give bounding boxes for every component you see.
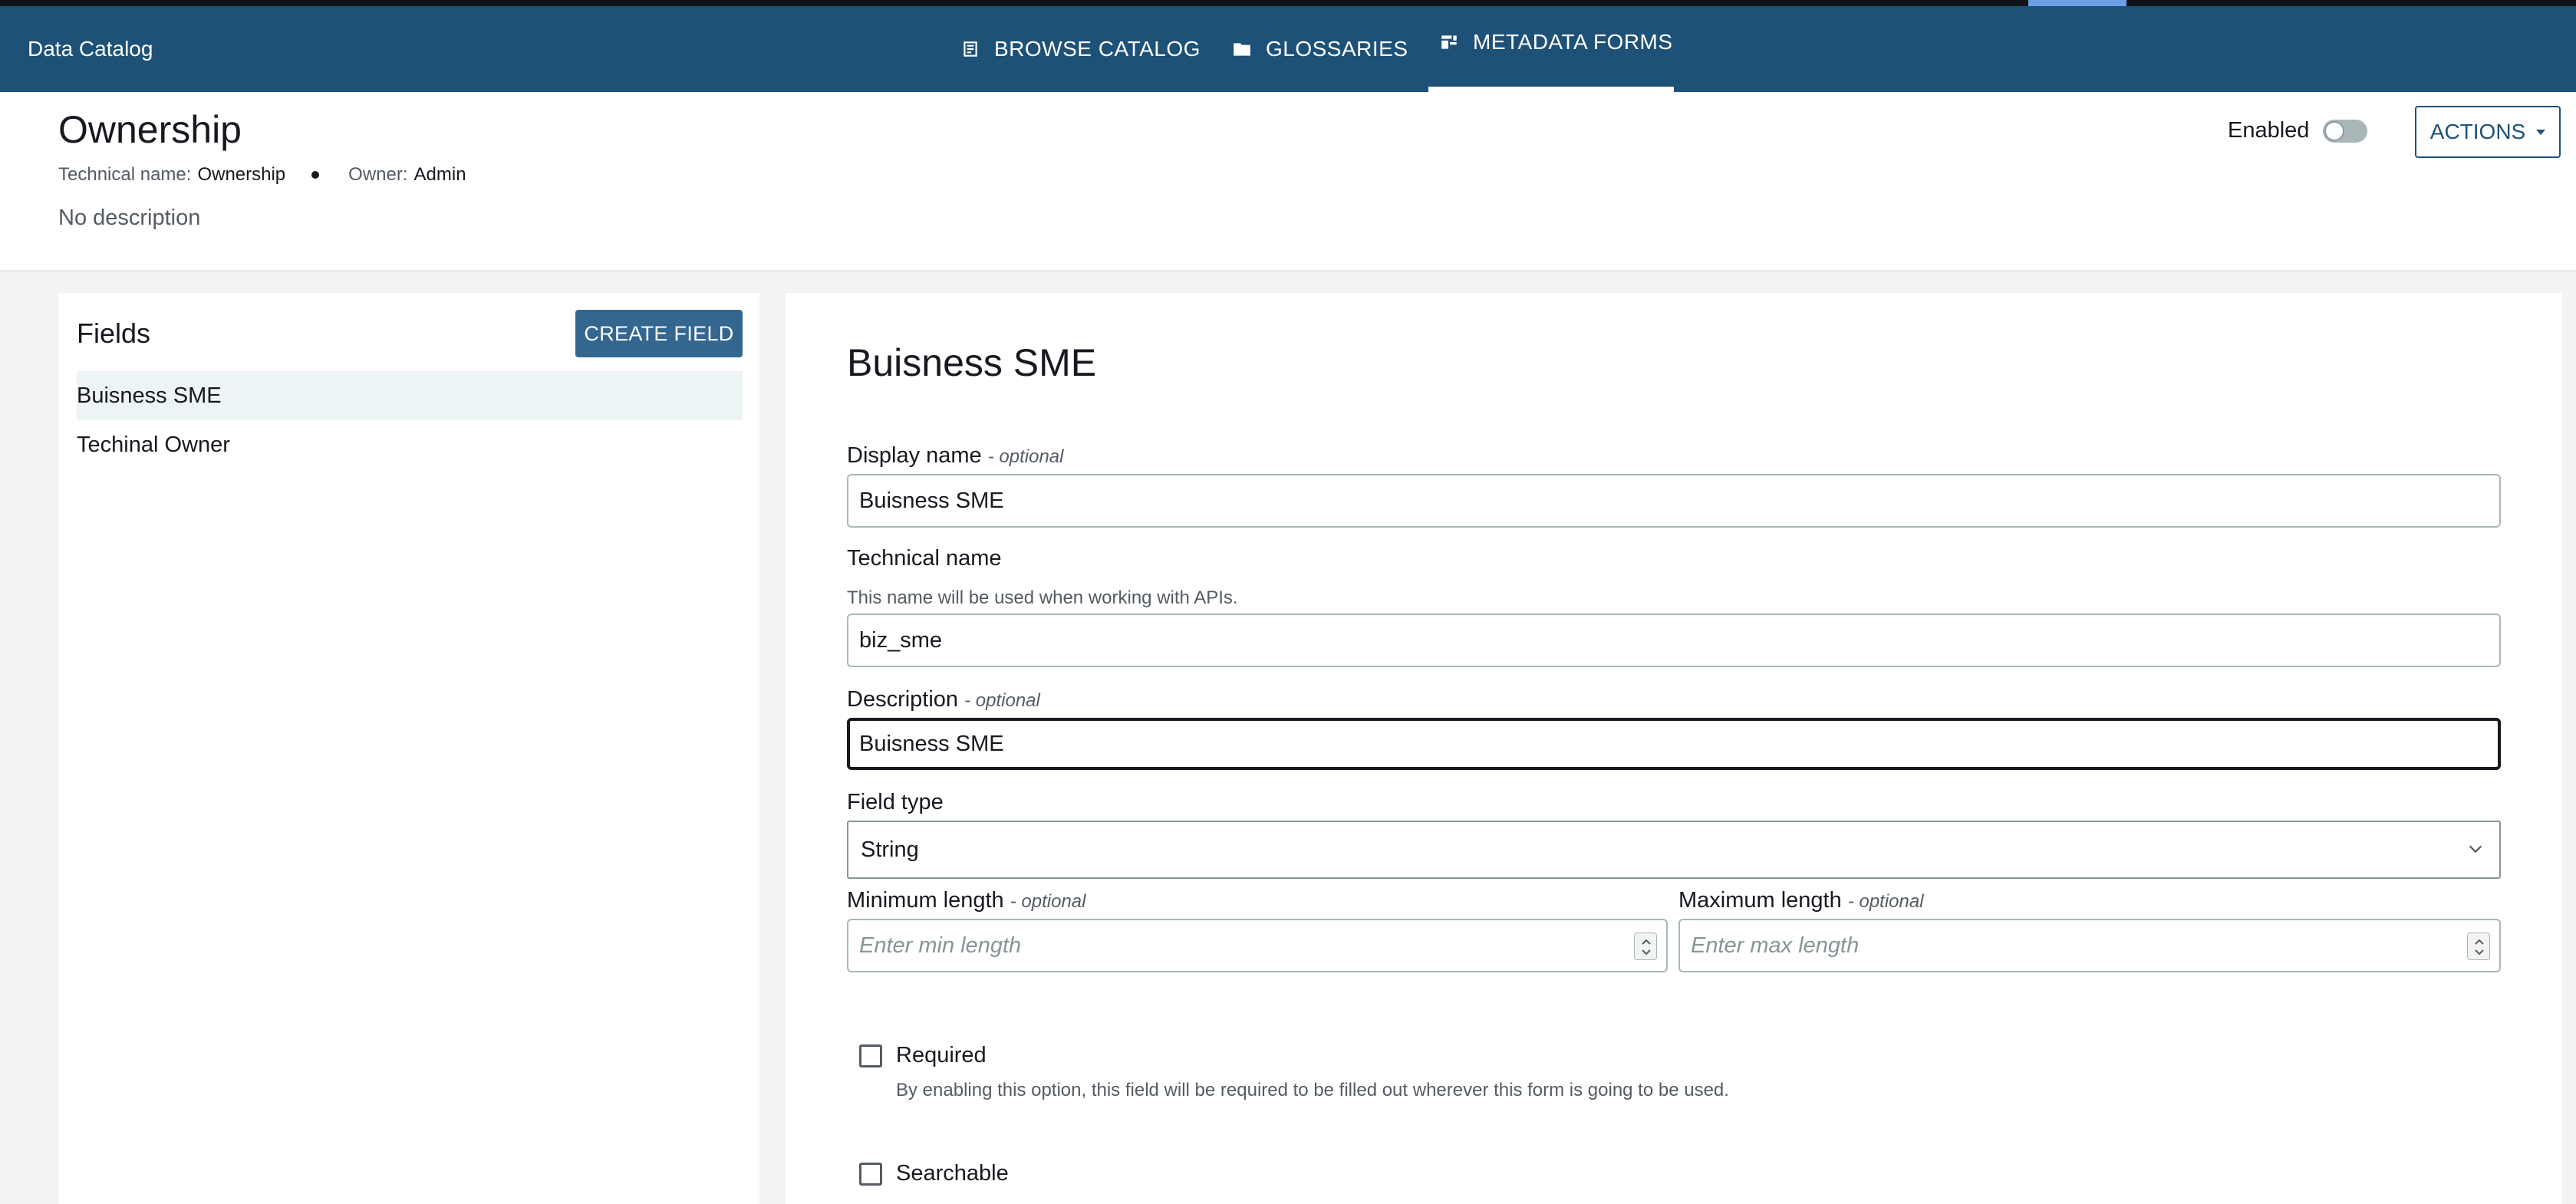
min-length-label-text: Minimum length bbox=[847, 888, 1004, 913]
top-strip bbox=[0, 0, 2576, 6]
stepper-icon[interactable] bbox=[1634, 933, 1657, 960]
description-input[interactable]: Buisness SME bbox=[847, 718, 2501, 770]
app-title[interactable]: Data Catalog bbox=[28, 37, 153, 61]
optional-tag: - optional bbox=[1010, 891, 1086, 912]
optional-tag: - optional bbox=[1847, 891, 1924, 912]
enabled-control: Enabled bbox=[2228, 118, 2368, 143]
toggle-knob bbox=[2324, 120, 2345, 141]
tab-browse-catalog-label: BROWSE CATALOG bbox=[994, 37, 1201, 61]
field-type-select[interactable]: String bbox=[847, 821, 2501, 879]
field-type-value: String bbox=[861, 837, 919, 862]
technical-name-value: Ownership bbox=[197, 164, 286, 185]
top-strip-accent bbox=[2028, 0, 2126, 6]
meta-separator bbox=[311, 171, 320, 179]
owner-value: Admin bbox=[413, 164, 466, 185]
display-name-value: Buisness SME bbox=[859, 488, 1004, 513]
optional-tag: - optional bbox=[987, 446, 1064, 467]
tab-metadata-forms-label: METADATA FORMS bbox=[1473, 30, 1673, 54]
enabled-label: Enabled bbox=[2228, 118, 2310, 143]
stepper-icon[interactable] bbox=[2467, 933, 2490, 960]
top-navbar: Data Catalog BROWSE CATALOG GLOSSARIES M… bbox=[0, 6, 2576, 92]
description-input-value: Buisness SME bbox=[859, 731, 1004, 756]
field-list-item[interactable]: Buisness SME bbox=[77, 371, 743, 420]
display-name-label-text: Display name bbox=[847, 443, 982, 468]
tab-glossaries-label: GLOSSARIES bbox=[1266, 37, 1408, 61]
page-title: Ownership bbox=[58, 108, 242, 151]
actions-button-label: ACTIONS bbox=[2429, 120, 2526, 143]
technical-name-hint: This name will be used when working with… bbox=[847, 587, 1238, 608]
display-name-input[interactable]: Buisness SME bbox=[847, 474, 2501, 528]
min-length-input[interactable]: Enter min length bbox=[847, 919, 1668, 972]
required-checkbox[interactable] bbox=[859, 1044, 882, 1067]
form-header: Ownership Technical name: Ownership Owne… bbox=[0, 92, 2576, 271]
description-label-text: Description bbox=[847, 687, 959, 712]
folder-icon bbox=[1234, 43, 1250, 56]
min-length-placeholder: Enter min length bbox=[859, 933, 1022, 958]
tab-browse-catalog[interactable]: BROWSE CATALOG bbox=[960, 6, 1201, 92]
field-list-item[interactable]: Techinal Owner bbox=[77, 420, 743, 469]
enabled-toggle[interactable] bbox=[2323, 119, 2368, 143]
max-length-placeholder: Enter max length bbox=[1691, 933, 1860, 958]
create-field-button[interactable]: CREATE FIELD bbox=[575, 310, 743, 357]
required-label: Required bbox=[896, 1043, 987, 1067]
chevron-down-icon bbox=[2469, 845, 2482, 854]
description-label: Description - optional bbox=[847, 687, 1040, 712]
forms-icon bbox=[1441, 35, 1457, 49]
fields-panel: Fields CREATE FIELD Buisness SME Techina… bbox=[58, 293, 759, 1204]
required-hint: By enabling this option, this field will… bbox=[896, 1080, 1729, 1100]
display-name-label: Display name - optional bbox=[847, 443, 1063, 469]
form-meta: Technical name: Ownership Owner: Admin bbox=[58, 164, 466, 186]
tab-glossaries[interactable]: GLOSSARIES bbox=[1232, 6, 1408, 92]
field-editor-title: Buisness SME bbox=[847, 341, 1097, 384]
max-length-label: Maximum length - optional bbox=[1678, 888, 1924, 913]
fields-panel-title: Fields bbox=[77, 317, 151, 349]
max-length-label-text: Maximum length bbox=[1678, 888, 1842, 913]
max-length-input[interactable]: Enter max length bbox=[1678, 919, 2501, 972]
technical-name-label: Technical name bbox=[847, 546, 1002, 571]
catalog-icon bbox=[964, 41, 977, 57]
technical-name-input-value: biz_sme bbox=[859, 627, 942, 653]
form-description: No description bbox=[58, 206, 201, 230]
technical-name-key: Technical name: bbox=[58, 164, 192, 185]
field-editor-panel: Buisness SME Display name - optional Bui… bbox=[786, 293, 2562, 1204]
tab-metadata-forms[interactable]: METADATA FORMS bbox=[1428, 6, 1674, 92]
caret-down-icon bbox=[2536, 129, 2546, 135]
min-length-label: Minimum length - optional bbox=[847, 888, 1085, 913]
optional-tag: - optional bbox=[964, 690, 1040, 711]
searchable-checkbox[interactable] bbox=[859, 1163, 882, 1186]
searchable-label: Searchable bbox=[896, 1161, 1009, 1186]
field-type-label: Field type bbox=[847, 790, 944, 814]
owner-key: Owner: bbox=[348, 164, 408, 185]
actions-button[interactable]: ACTIONS bbox=[2415, 106, 2561, 158]
technical-name-input[interactable]: biz_sme bbox=[847, 614, 2501, 667]
